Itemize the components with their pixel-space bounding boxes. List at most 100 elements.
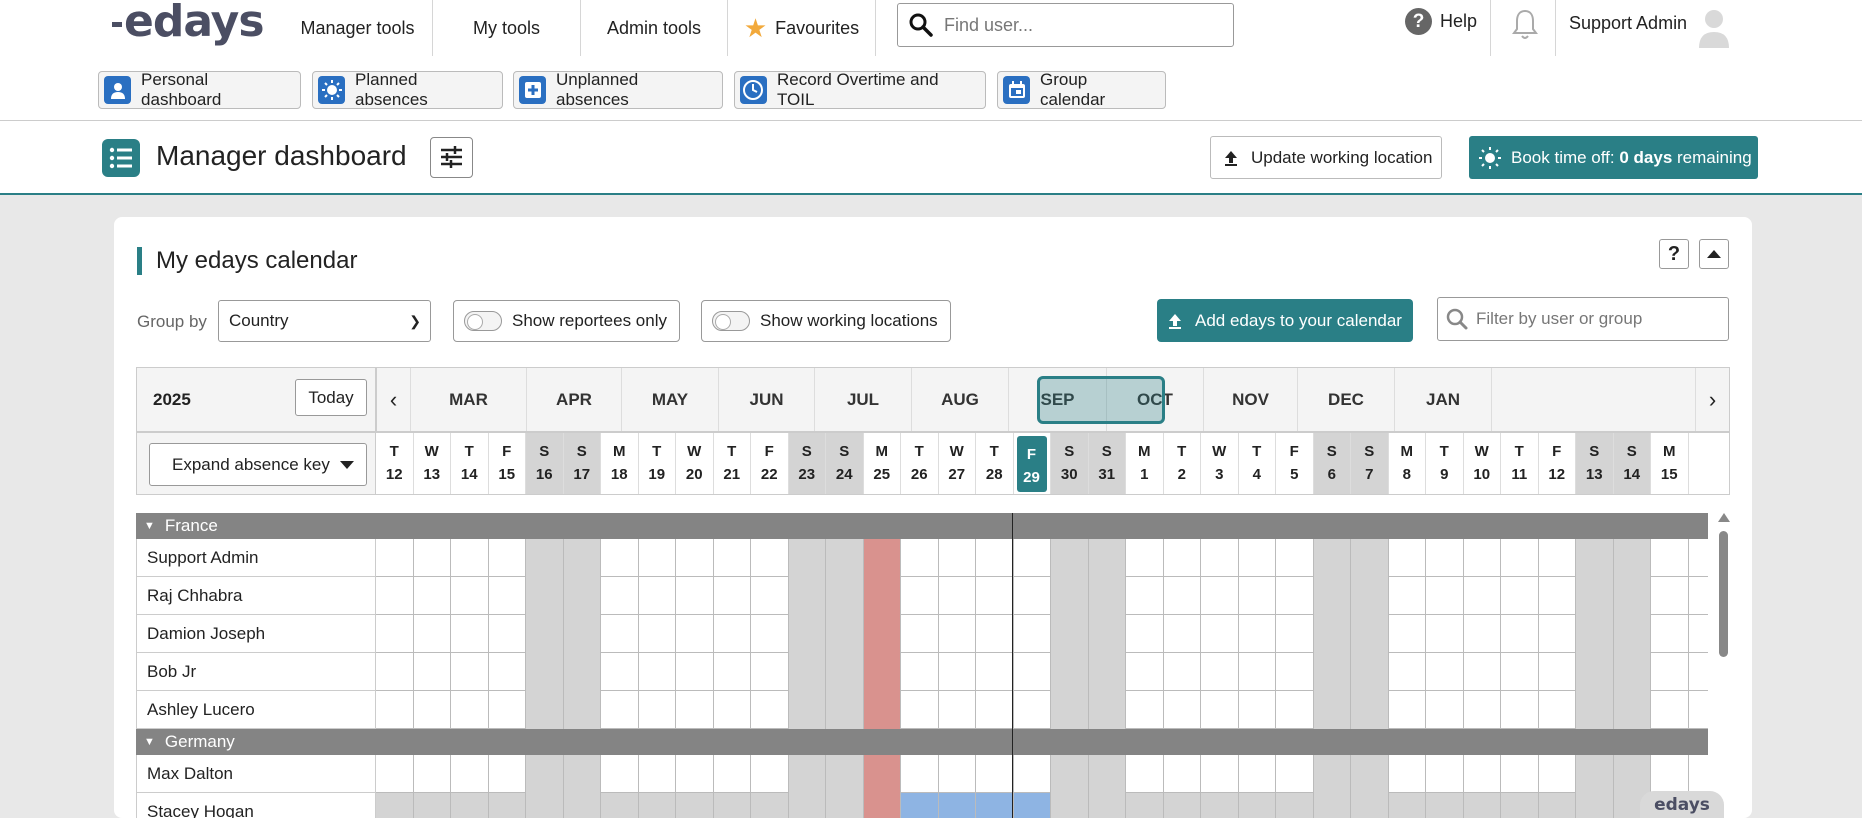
employee-name[interactable]: Bob Jr [136,653,376,691]
filter-input[interactable]: Filter by user or group [1437,297,1729,341]
day-cell[interactable] [1539,577,1576,615]
day-cell[interactable] [489,755,526,793]
day-cell[interactable] [1126,653,1164,691]
day-cell[interactable] [1201,755,1239,793]
day-cell[interactable] [1164,615,1201,653]
day-cell[interactable] [1163,793,1201,818]
day-cell[interactable] [939,653,976,691]
day-cell[interactable] [1201,793,1239,818]
day-cell[interactable] [1239,653,1276,691]
day-cell[interactable] [1426,577,1464,615]
help-link[interactable]: ? Help [1405,8,1477,35]
day-cell[interactable] [901,691,939,729]
month-nov[interactable]: NOV [1204,368,1298,431]
day-cell[interactable] [1313,755,1351,793]
day-cell[interactable] [1501,755,1539,793]
day-cell[interactable] [1014,577,1051,615]
month-apr[interactable]: APR [527,368,622,431]
employee-name[interactable]: Damion Joseph [136,615,376,653]
day-cell[interactable] [1088,691,1126,729]
day-cell[interactable] [939,755,976,793]
day-cell[interactable] [489,539,526,577]
day-cell[interactable] [563,691,601,729]
day-cell[interactable] [713,793,751,818]
day-cell[interactable] [414,691,451,729]
day-cell[interactable] [1126,615,1164,653]
day-cell[interactable] [826,539,864,577]
day-cell[interactable] [563,793,601,818]
month-aug[interactable]: AUG [912,368,1009,431]
user-search-input[interactable] [944,14,1214,36]
day-cell[interactable] [1576,577,1614,615]
show-locations-toggle[interactable]: Show working locations [701,300,951,342]
day-cell[interactable] [1426,539,1464,577]
day-cell[interactable] [1539,691,1576,729]
toggle-switch[interactable] [464,311,502,331]
day-cell[interactable] [714,653,751,691]
day-cell[interactable] [1238,793,1276,818]
day-cell[interactable] [901,653,939,691]
dashboard-settings-button[interactable] [430,137,473,178]
day-cell[interactable] [826,793,864,818]
planned-absences-link[interactable]: Planned absences [312,70,503,109]
day-cell[interactable] [601,755,639,793]
day-cell[interactable] [1051,755,1089,793]
day-cell[interactable] [1464,755,1501,793]
day-cell[interactable] [526,755,564,793]
day-cell[interactable] [901,755,939,793]
month-may[interactable]: MAY [622,368,719,431]
prev-month-button[interactable]: ‹ [377,368,411,431]
day-cell[interactable] [376,691,414,729]
collapse-group-icon[interactable]: ▼ [144,736,155,748]
employee-name[interactable]: Support Admin [136,539,376,577]
day-cell[interactable] [1014,691,1051,729]
month-jun[interactable]: JUN [719,368,815,431]
day-cell[interactable] [1351,793,1389,818]
day-cell[interactable] [451,691,489,729]
day-cell[interactable] [1651,539,1689,577]
day-cell[interactable] [863,691,901,729]
day-cell[interactable] [1539,615,1576,653]
day-cell[interactable] [1389,653,1426,691]
day-cell[interactable] [489,577,526,615]
day-cell[interactable] [1313,691,1351,729]
day-cell[interactable] [788,615,826,653]
day-cell[interactable] [1426,755,1464,793]
day-cell[interactable] [751,653,789,691]
day-cell[interactable] [376,539,414,577]
day-cell[interactable] [676,539,714,577]
group-header-france[interactable]: ▼ France [136,513,1708,539]
day-cell[interactable] [1313,653,1351,691]
day-cell[interactable] [1126,577,1164,615]
day-cell[interactable] [526,653,564,691]
day-cell[interactable] [751,539,789,577]
day-cell[interactable] [451,653,489,691]
day-cell[interactable] [1464,653,1501,691]
day-cell[interactable] [1389,577,1426,615]
update-working-location-button[interactable]: Update working location [1210,136,1442,179]
day-cell[interactable] [826,615,864,653]
day-cell[interactable] [376,755,414,793]
day-cell[interactable] [1464,615,1501,653]
day-cell[interactable] [376,577,414,615]
day-cell[interactable] [1613,755,1651,793]
day-cell[interactable] [1576,793,1614,818]
day-cell[interactable] [976,793,1014,818]
day-cell[interactable] [1501,539,1539,577]
day-cell[interactable] [1201,653,1239,691]
day-cell[interactable] [376,615,414,653]
day-cell[interactable] [1651,755,1689,793]
day-cell[interactable] [976,653,1014,691]
day-cell[interactable] [826,755,864,793]
book-time-off-button[interactable]: Book time off: 0 days remaining [1469,136,1758,179]
day-cell[interactable] [1164,691,1201,729]
day-cell[interactable] [1464,577,1501,615]
collapse-group-icon[interactable]: ▼ [144,520,155,532]
day-cell[interactable] [526,615,564,653]
day-cell[interactable] [563,577,601,615]
day-cell[interactable] [1276,577,1314,615]
day-cell[interactable] [751,793,789,818]
day-cell[interactable] [1651,615,1689,653]
vertical-scrollbar[interactable] [1716,513,1730,818]
day-cell[interactable] [976,755,1014,793]
